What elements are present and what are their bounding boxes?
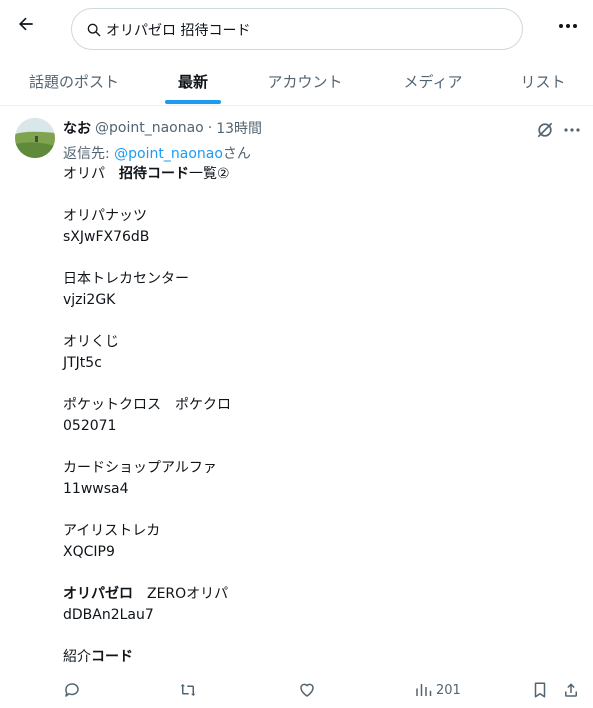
- more-icon[interactable]: [556, 14, 580, 38]
- retweet-button[interactable]: [178, 676, 198, 704]
- like-icon: [300, 683, 314, 697]
- entry-name: オリパナッツ: [63, 208, 147, 224]
- title-bold: 招待コード: [119, 166, 189, 182]
- bookmark-icon: [534, 682, 546, 698]
- entry-code: vjzi2GK: [63, 292, 116, 308]
- tab-media[interactable]: メディア: [388, 58, 478, 105]
- zero-line: オリパゼロ ZEROオリパ: [63, 584, 573, 605]
- separator-dot: ·: [207, 120, 213, 136]
- avatar[interactable]: [15, 118, 55, 158]
- views-icon: [416, 684, 432, 696]
- title-line: オリパ 招待コード一覧②: [63, 164, 573, 185]
- tweet[interactable]: なお @point_naonao · 13時間 返信先: @point_naon…: [0, 106, 593, 708]
- entry-code: 11wwsa4: [63, 481, 129, 497]
- tab-accounts[interactable]: アカウント: [255, 58, 355, 105]
- zero-bold: オリパゼロ: [63, 586, 133, 602]
- intro-prefix: 紹介: [63, 649, 91, 665]
- reply-icon: [65, 683, 79, 697]
- entry-code: sXJwFX76dB: [63, 229, 150, 245]
- back-arrow-icon[interactable]: [12, 10, 40, 38]
- search-icon: [87, 23, 101, 37]
- zero-code: dDBAn2Lau7: [63, 607, 154, 623]
- active-tab-indicator: [165, 100, 221, 104]
- share-button[interactable]: [562, 676, 580, 704]
- intro-line: 紹介コード: [63, 647, 573, 668]
- grok-icon[interactable]: [535, 120, 555, 140]
- entry-code: 052071: [63, 418, 117, 434]
- entry-code: XQCIP9: [63, 544, 115, 560]
- action-bar: 201: [0, 676, 593, 706]
- entry-name: アイリストレカ: [63, 523, 161, 539]
- post-time[interactable]: 13時間: [216, 118, 262, 138]
- title-suffix: 一覧②: [189, 166, 230, 182]
- entry-name: オリくじ: [63, 334, 119, 350]
- tweet-more-icon[interactable]: [561, 120, 583, 140]
- tweet-body: オリパ 招待コード一覧② オリパナッツ sXJwFX76dB 日本トレカセンター…: [63, 164, 573, 668]
- search-box[interactable]: [71, 8, 523, 50]
- top-bar: [0, 0, 593, 58]
- author-handle[interactable]: @point_naonao: [95, 120, 204, 136]
- zero-rest: ZEROオリパ: [133, 586, 229, 602]
- entry-name: ポケットクロス ポケクロ: [63, 397, 231, 413]
- entry-code: JTJt5c: [63, 355, 102, 371]
- entry-name: 日本トレカセンター: [63, 271, 189, 287]
- views-count: 201: [436, 682, 461, 698]
- entry-name: カードショップアルファ: [63, 460, 217, 476]
- title-prefix: オリパ: [63, 166, 119, 182]
- author-name[interactable]: なお: [63, 118, 91, 138]
- reply-button[interactable]: [63, 676, 81, 704]
- tab-top[interactable]: 話題のポスト: [14, 58, 134, 105]
- reply-suffix: さん: [222, 146, 251, 162]
- like-button[interactable]: [298, 676, 316, 704]
- tab-lists[interactable]: リスト: [508, 58, 578, 105]
- tweet-header: なお @point_naonao · 13時間: [63, 118, 262, 138]
- search-input[interactable]: [106, 20, 506, 40]
- views-button[interactable]: 201: [414, 676, 461, 704]
- share-icon: [565, 683, 577, 697]
- retweet-icon: [180, 684, 196, 696]
- intro-bold: コード: [91, 649, 133, 665]
- reply-prefix: 返信先:: [63, 146, 115, 162]
- tab-latest[interactable]: 最新: [153, 58, 233, 105]
- tab-bar: 話題のポスト 最新 アカウント メディア リスト: [0, 58, 593, 106]
- reply-context: 返信先: @point_naonaoさん: [63, 143, 251, 163]
- bookmark-button[interactable]: [532, 676, 548, 704]
- reply-handle-link[interactable]: @point_naonao: [114, 146, 223, 162]
